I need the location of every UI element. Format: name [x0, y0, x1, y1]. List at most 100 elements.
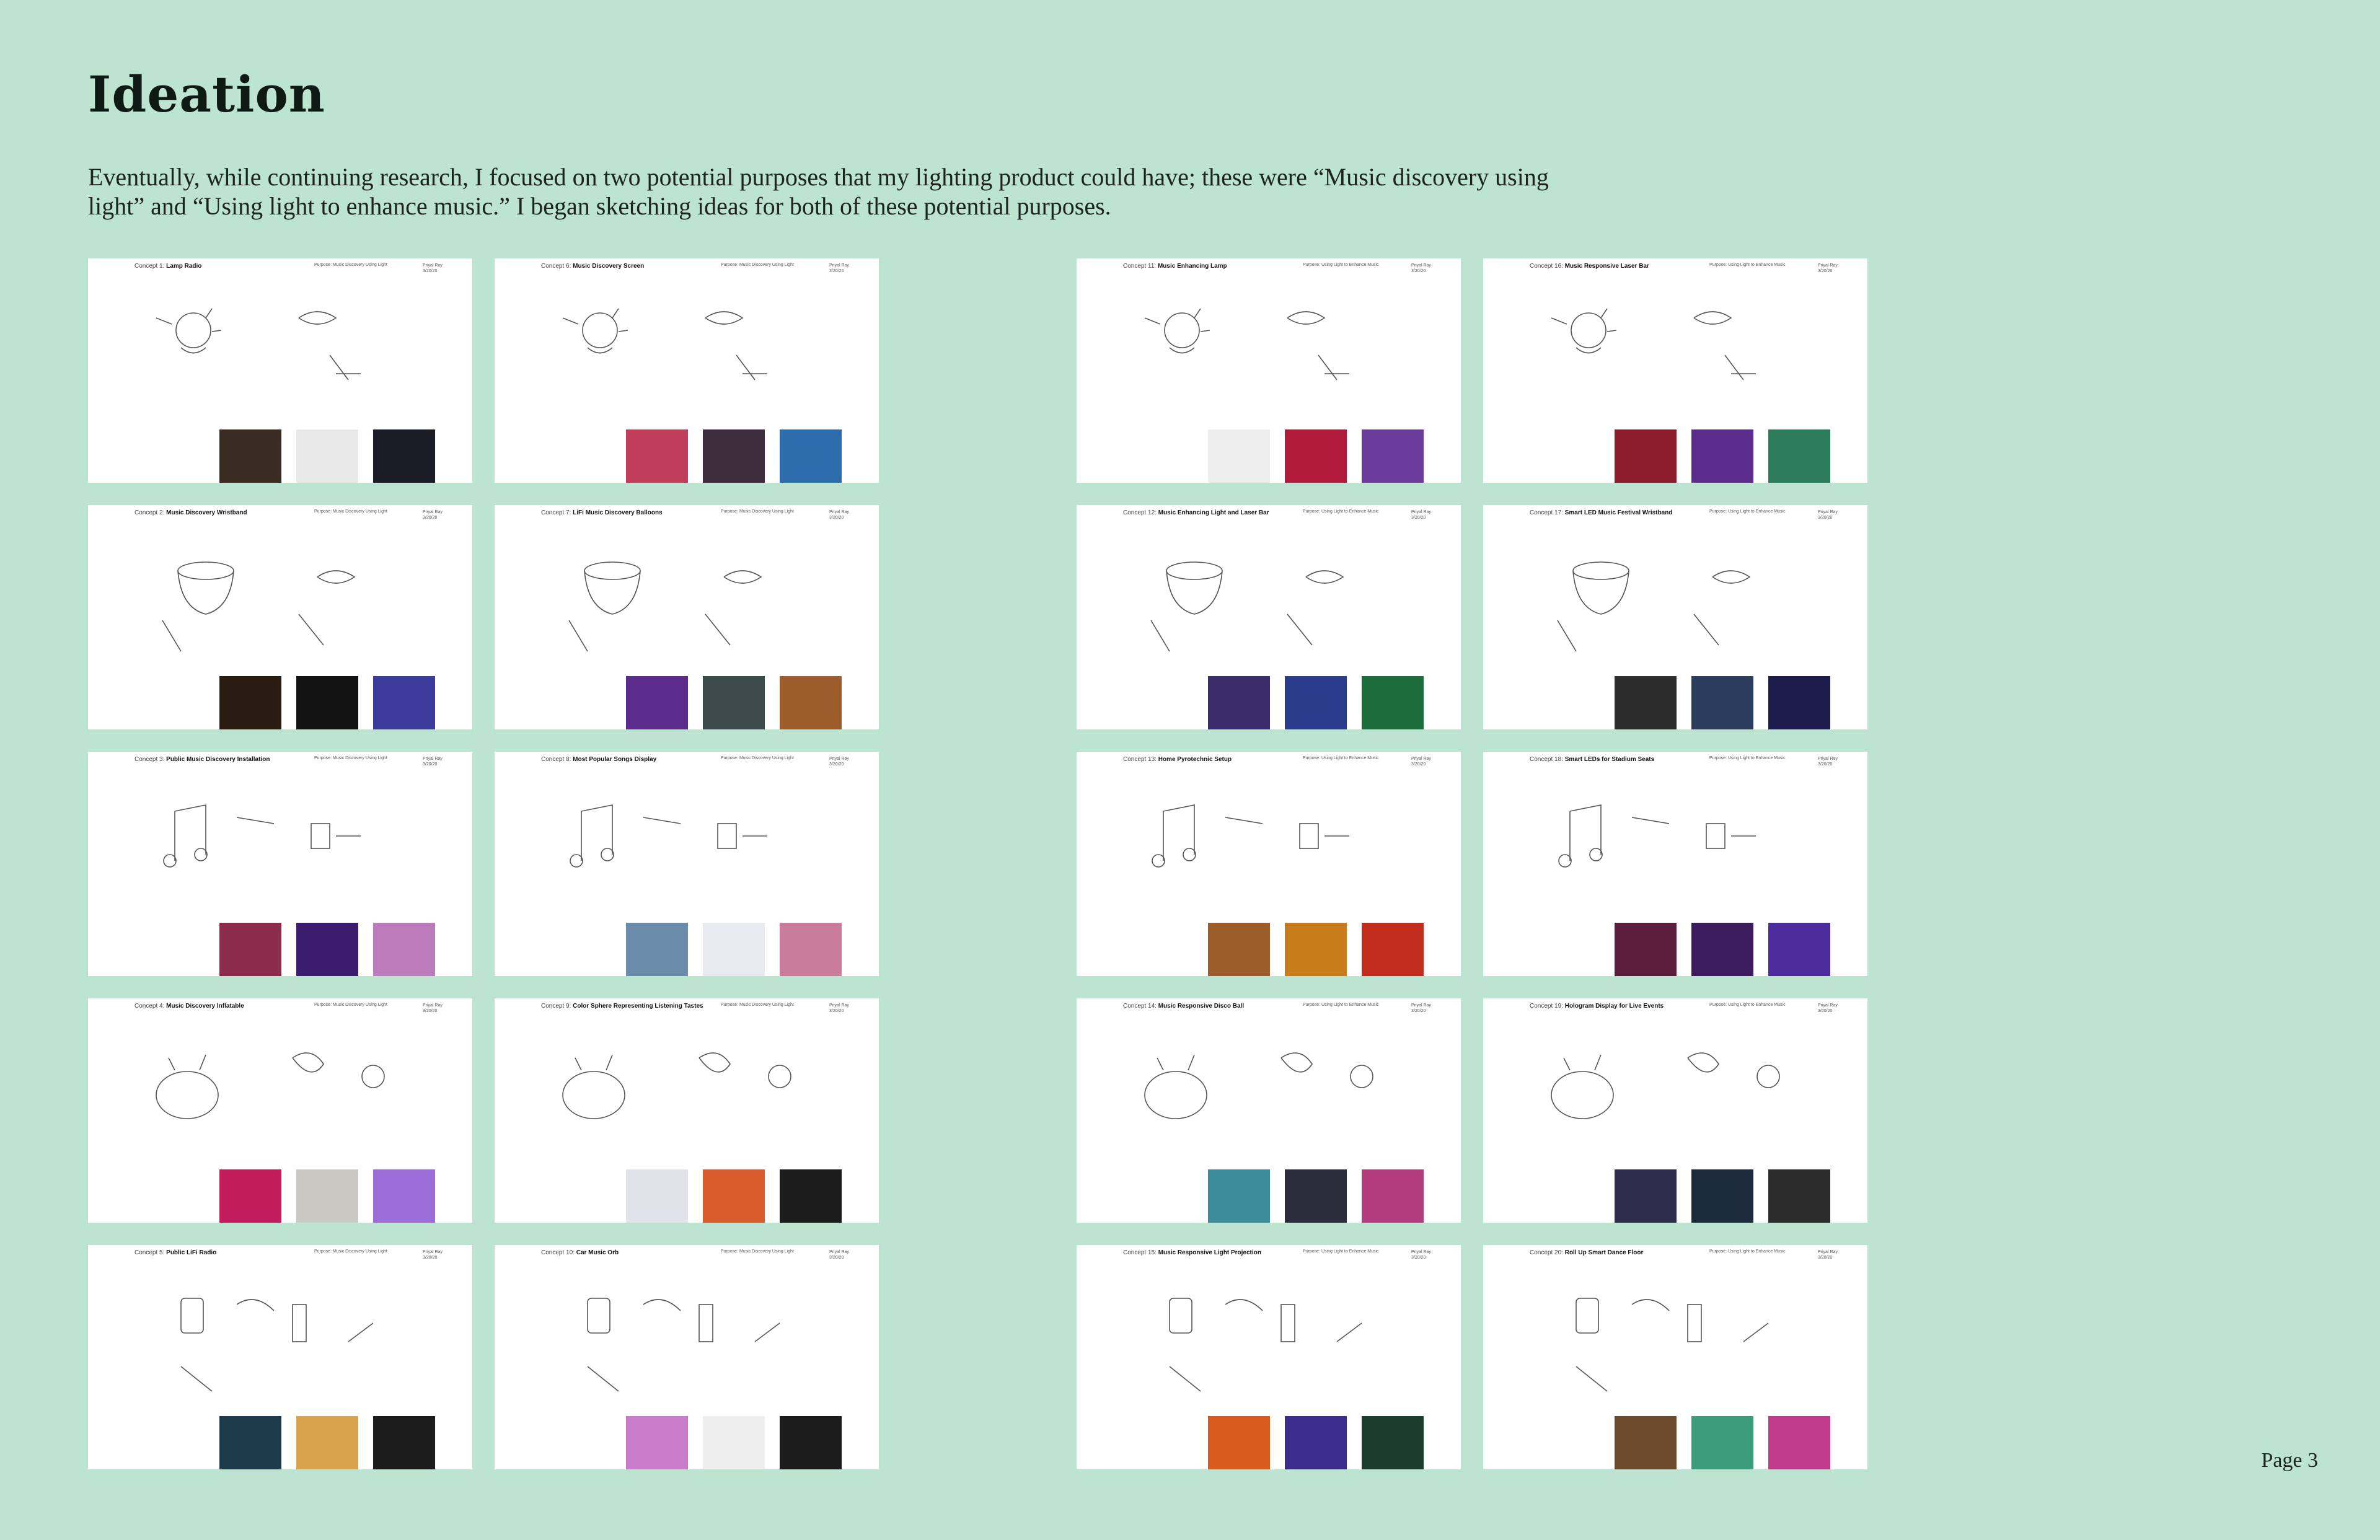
concept-title: Concept 14: Music Responsive Disco Ball	[1123, 1003, 1244, 1010]
concept-name: LiFi Music Discovery Balloons	[573, 509, 663, 516]
reference-thumbnail	[626, 923, 688, 976]
concept-card: Concept 14: Music Responsive Disco Ball …	[1077, 998, 1461, 1223]
concept-card: Concept 2: Music Discovery Wristband Pur…	[88, 505, 472, 729]
author-date: 3/20/20	[423, 269, 438, 273]
concept-purpose: Purpose: Using Light to Enhance Music	[1709, 756, 1786, 760]
reference-thumbnail	[296, 676, 358, 729]
concept-number: Concept 11:	[1123, 263, 1157, 270]
reference-thumbnail	[1362, 1416, 1424, 1469]
concept-purpose: Purpose: Using Light to Enhance Music	[1303, 509, 1379, 514]
reference-thumbnail	[626, 676, 688, 729]
concept-title: Concept 16: Music Responsive Laser Bar	[1530, 263, 1649, 270]
card-header: Concept 6: Music Discovery Screen Purpos…	[541, 263, 854, 280]
concept-purpose: Purpose: Using Light to Enhance Music	[1303, 263, 1379, 267]
concept-purpose: Purpose: Using Light to Enhance Music	[1709, 509, 1786, 514]
author-name: Priyal Ray	[829, 1250, 849, 1254]
reference-thumbnail	[626, 429, 688, 483]
author-date: 3/20/20	[1411, 1256, 1426, 1260]
concept-card: Concept 9: Color Sphere Representing Lis…	[495, 998, 879, 1223]
concept-title: Concept 6: Music Discovery Screen	[541, 263, 644, 270]
concept-author: Priyal Ray 3/20/20	[829, 1249, 854, 1261]
concept-sketch	[1169, 1298, 1362, 1392]
author-name: Priyal Ray	[423, 263, 443, 268]
concept-purpose: Purpose: Music Discovery Using Light	[314, 756, 387, 760]
reference-thumbnail	[373, 1169, 435, 1223]
concept-title: Concept 8: Most Popular Songs Display	[541, 756, 656, 763]
reference-thumbnail	[1208, 1416, 1270, 1469]
concept-author: Priyal Ray 3/20/20	[1818, 1249, 1843, 1261]
concept-number: Concept 13:	[1123, 756, 1157, 763]
concept-card: Concept 1: Lamp Radio Purpose: Music Dis…	[88, 258, 472, 483]
reference-thumbnail	[1208, 1169, 1270, 1223]
author-date: 3/20/20	[1818, 1256, 1833, 1260]
concept-number: Concept 19:	[1530, 1003, 1563, 1010]
concept-sketch	[180, 1298, 374, 1392]
concept-author: Priyal Ray 3/20/20	[1818, 509, 1843, 521]
concept-card: Concept 11: Music Enhancing Lamp Purpose…	[1077, 258, 1461, 483]
concept-name: Music Discovery Screen	[573, 263, 645, 270]
reference-thumbnail	[219, 923, 281, 976]
reference-thumbnail	[1362, 429, 1424, 483]
author-date: 3/20/20	[1411, 1009, 1426, 1013]
concept-title: Concept 17: Smart LED Music Festival Wri…	[1530, 509, 1672, 516]
reference-thumbnail	[1615, 923, 1677, 976]
concept-sketch	[1551, 1052, 1780, 1119]
card-header: Concept 9: Color Sphere Representing Lis…	[541, 1003, 854, 1020]
concept-sketch	[162, 561, 356, 652]
reference-thumbnail	[1362, 1169, 1424, 1223]
author-date: 3/20/20	[829, 516, 844, 520]
concept-number: Concept 7:	[541, 509, 571, 516]
concept-sketch	[1557, 561, 1751, 652]
reference-thumbnail	[1362, 923, 1424, 976]
concept-author: Priyal Ray 3/20/20	[829, 756, 854, 767]
concept-card: Concept 10: Car Music Orb Purpose: Music…	[495, 1245, 879, 1469]
concept-author: Priyal Ray 3/20/20	[423, 1249, 447, 1261]
concept-purpose: Purpose: Music Discovery Using Light	[314, 263, 387, 267]
author-name: Priyal Ray	[1818, 1250, 1838, 1254]
concept-title: Concept 15: Music Responsive Light Proje…	[1123, 1249, 1261, 1256]
concept-sketch	[562, 1052, 791, 1119]
concept-author: Priyal Ray 3/20/20	[1411, 756, 1436, 767]
concept-card: Concept 8: Most Popular Songs Display Pu…	[495, 752, 879, 976]
card-header: Concept 5: Public LiFi Radio Purpose: Mu…	[134, 1249, 447, 1267]
reference-thumbnail	[1208, 923, 1270, 976]
concept-name: Music Responsive Disco Ball	[1158, 1003, 1245, 1010]
reference-thumbnail	[1208, 676, 1270, 729]
concept-sketch	[1152, 804, 1349, 868]
reference-thumbnail	[1768, 676, 1830, 729]
concept-sketch	[562, 308, 767, 381]
reference-thumbnail	[780, 923, 842, 976]
concept-number: Concept 5:	[134, 1249, 165, 1256]
concept-author: Priyal Ray 3/20/20	[423, 756, 447, 767]
reference-thumbnail	[219, 1416, 281, 1469]
author-date: 3/20/20	[829, 1009, 844, 1013]
reference-thumbnail	[703, 429, 765, 483]
concept-name: Color Sphere Representing Listening Tast…	[573, 1003, 703, 1010]
concept-purpose: Purpose: Using Light to Enhance Music	[1709, 1249, 1786, 1254]
reference-thumbnail	[373, 923, 435, 976]
concept-name: Music Enhancing Light and Laser Bar	[1158, 509, 1269, 516]
concept-purpose: Purpose: Music Discovery Using Light	[314, 509, 387, 514]
concept-name: Music Responsive Light Projection	[1158, 1249, 1261, 1256]
concept-purpose: Purpose: Music Discovery Using Light	[314, 1249, 387, 1254]
reference-thumbnail	[1691, 923, 1753, 976]
concept-sketch	[570, 804, 767, 868]
concept-sketch	[1144, 308, 1349, 381]
concept-number: Concept 3:	[134, 756, 165, 763]
page-number: Page 3	[2261, 1449, 2318, 1472]
reference-thumbnail	[373, 676, 435, 729]
concept-name: Music Discovery Inflatable	[166, 1003, 244, 1010]
author-name: Priyal Ray	[829, 263, 849, 268]
reference-thumbnail	[219, 429, 281, 483]
author-date: 3/20/20	[829, 1256, 844, 1260]
reference-thumbnail	[1615, 1169, 1677, 1223]
concept-title: Concept 1: Lamp Radio	[134, 263, 201, 270]
concept-card: Concept 13: Home Pyrotechnic Setup Purpo…	[1077, 752, 1461, 976]
concept-name: Roll Up Smart Dance Floor	[1564, 1249, 1644, 1256]
author-date: 3/20/20	[1818, 269, 1833, 273]
reference-thumbnail	[1768, 923, 1830, 976]
reference-thumbnail	[296, 1416, 358, 1469]
concept-author: Priyal Ray 3/20/20	[829, 263, 854, 274]
author-date: 3/20/20	[423, 762, 438, 767]
author-name: Priyal Ray	[1411, 263, 1431, 268]
